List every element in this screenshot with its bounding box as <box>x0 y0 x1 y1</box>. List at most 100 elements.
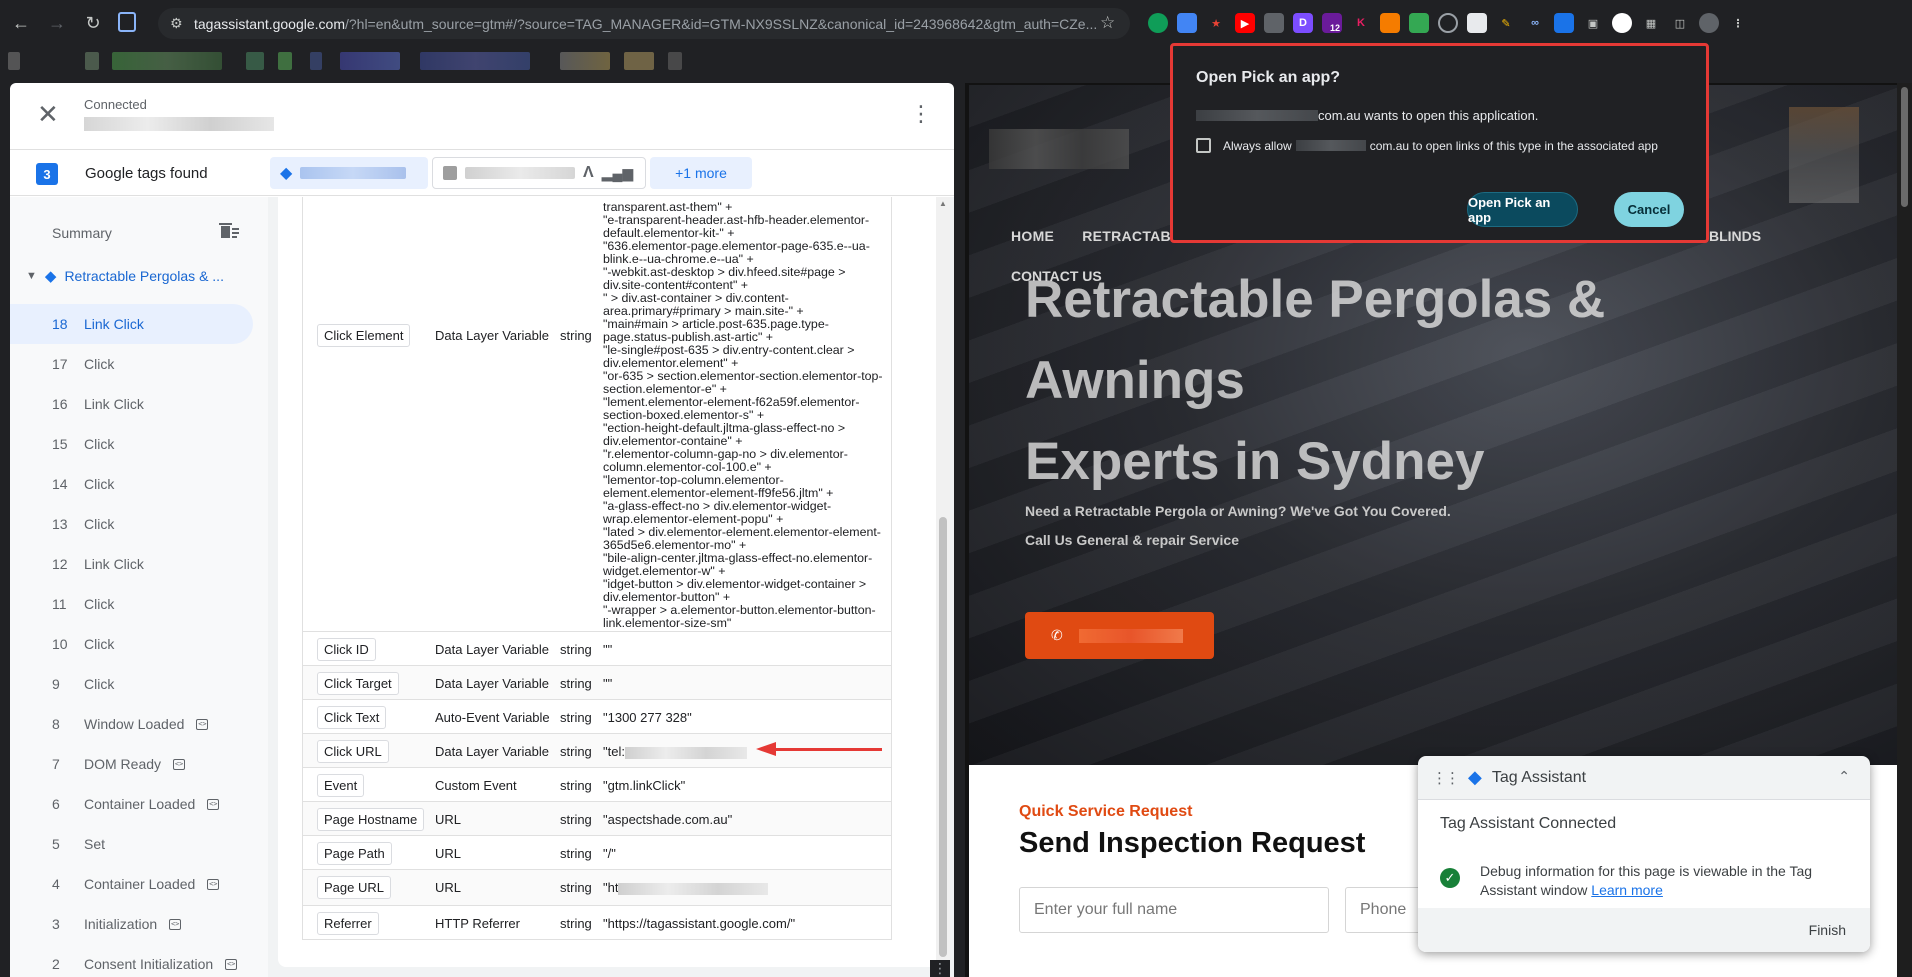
summary-label[interactable]: Summary <box>52 225 112 241</box>
variable-value: "" <box>603 676 613 691</box>
back-icon[interactable]: ← <box>6 8 36 38</box>
event-number: 11 <box>52 596 67 612</box>
extension-icon[interactable]: ★ <box>1206 13 1226 33</box>
page-item[interactable]: ▼ ◆ Retractable Pergolas & ... <box>26 261 224 291</box>
extension-icon[interactable] <box>1467 13 1487 33</box>
sidebar-event-item[interactable]: 13 Click <box>10 504 253 544</box>
sidebar-event-item[interactable]: 8 Window Loaded <> <box>10 704 253 744</box>
collapse-icon[interactable]: ⌃ <box>1838 768 1850 785</box>
tag-icon[interactable] <box>1554 13 1574 33</box>
sidebar-event-item[interactable]: 16 Link Click <box>10 384 253 424</box>
event-sidebar: Summary ▼ ◆ Retractable Pergolas & ... 1… <box>10 197 268 977</box>
reload-icon[interactable]: ↻ <box>78 8 108 38</box>
more-tags-chip[interactable]: +1 more <box>650 157 752 189</box>
event-label: Initialization <box>84 916 158 932</box>
cancel-button[interactable]: Cancel <box>1614 192 1684 227</box>
tag-chip-gtm[interactable]: ◆ <box>270 157 428 189</box>
variable-name: Click URL <box>317 740 389 763</box>
more-options-icon[interactable]: ⋮ <box>910 103 932 125</box>
variable-name: Page Hostname <box>317 808 425 831</box>
scrollbar[interactable] <box>1897 83 1912 977</box>
sidebar-event-item[interactable]: 5 Set <box>10 824 253 864</box>
variable-return-type: string <box>560 710 592 725</box>
event-label: Set <box>84 836 106 852</box>
toast-body: Tag Assistant Connected ✓ Debug informat… <box>1418 800 1870 952</box>
call-button[interactable]: ✆ <box>1025 612 1214 659</box>
close-icon[interactable]: ✕ <box>37 101 59 127</box>
variable-name: Event <box>317 774 365 797</box>
sidebar-icon[interactable]: ◫ <box>1670 13 1690 33</box>
scrollbar[interactable]: ▲ ▼ <box>936 197 950 977</box>
learn-more-link[interactable]: Learn more <box>1591 882 1663 898</box>
shield-icon[interactable] <box>1409 13 1429 33</box>
link-icon[interactable]: ∞ <box>1525 13 1545 33</box>
sidebar-event-item[interactable]: 14 Click <box>10 464 253 504</box>
youtube-icon[interactable]: ▶ <box>1235 13 1255 33</box>
tag-chip-google[interactable]: Λ ▂▄▆ <box>432 157 646 189</box>
toast-info: Debug information for this page is viewa… <box>1480 863 1813 898</box>
extension-icon[interactable]: ✎ <box>1496 13 1516 33</box>
sidebar-event-item[interactable]: 10 Click <box>10 624 253 664</box>
drag-handle-icon[interactable]: ⋮⋮ <box>1432 769 1460 787</box>
extension-icon[interactable] <box>1177 13 1197 33</box>
shield-icon[interactable] <box>1264 13 1284 33</box>
scroll-up-icon[interactable]: ▲ <box>939 199 947 208</box>
extensions-puzzle-icon[interactable]: ▦ <box>1641 13 1661 33</box>
connection-status: Connected <box>84 97 147 112</box>
extension-icon[interactable] <box>1612 13 1632 33</box>
ads-icon: Λ <box>583 164 594 181</box>
extension-icon[interactable]: K <box>1351 13 1371 33</box>
sidebar-event-item[interactable]: 11 Click <box>10 584 253 624</box>
variable-type: Data Layer Variable <box>435 642 549 657</box>
sidebar-event-item[interactable]: 6 Container Loaded <> <box>10 784 253 824</box>
variable-type: Custom Event <box>435 778 517 793</box>
sidebar-event-item[interactable]: 9 Click <box>10 664 253 704</box>
more-menu-icon[interactable]: ⋮ <box>1728 13 1748 33</box>
side-panel-icon[interactable] <box>118 12 136 32</box>
extension-icon[interactable]: 12 <box>1322 13 1343 33</box>
finish-button[interactable]: Finish <box>1809 922 1846 938</box>
profile-avatar-icon[interactable] <box>1699 13 1719 33</box>
site-info-icon[interactable]: ⚙ <box>170 15 183 32</box>
sidebar-event-item[interactable]: 12 Link Click <box>10 544 253 584</box>
event-label: Container Loaded <box>84 796 196 812</box>
nav-retractable[interactable]: RETRACTABL <box>1082 228 1180 244</box>
extension-icon[interactable]: ▣ <box>1583 13 1603 33</box>
toast-header: ⋮⋮ ◆ Tag Assistant ⌃ <box>1418 756 1870 800</box>
variable-type: HTTP Referrer <box>435 916 520 931</box>
nav-blinds[interactable]: BLINDS <box>1709 228 1761 244</box>
extension-icon[interactable] <box>1438 13 1458 33</box>
nav-home[interactable]: HOME <box>1011 228 1054 244</box>
forward-icon[interactable]: → <box>42 8 72 38</box>
scrollbar-thumb[interactable] <box>1901 87 1908 207</box>
variable-type: Auto-Event Variable <box>435 710 550 725</box>
table-row: Page URL URL string "ht <box>303 869 891 905</box>
site-logo[interactable] <box>989 129 1129 169</box>
value-redacted <box>618 882 769 895</box>
sidebar-event-item[interactable]: 2 Consent Initialization <> <box>10 944 253 977</box>
sidebar-event-item[interactable]: 18 Link Click <box>10 304 253 344</box>
clear-trash-icon[interactable] <box>218 221 240 241</box>
extension-icon[interactable]: D <box>1293 13 1313 33</box>
sidebar-event-item[interactable]: 17 Click <box>10 344 253 384</box>
extension-icon[interactable] <box>1148 13 1168 33</box>
open-app-button[interactable]: Open Pick an app <box>1467 192 1578 227</box>
sidebar-event-item[interactable]: 3 Initialization <> <box>10 904 253 944</box>
always-allow-checkbox[interactable] <box>1196 138 1211 153</box>
event-number: 7 <box>52 756 60 772</box>
sidebar-event-item[interactable]: 15 Click <box>10 424 253 464</box>
sidebar-event-item[interactable]: 4 Container Loaded <> <box>10 864 253 904</box>
address-bar[interactable]: ⚙ tagassistant.google.com/?hl=en&utm_sou… <box>158 8 1130 39</box>
full-name-input[interactable]: Enter your full name <box>1019 887 1329 933</box>
scrollbar-thumb[interactable] <box>939 517 947 957</box>
extension-icon[interactable] <box>1380 13 1400 33</box>
event-label: Click <box>84 516 115 532</box>
always-allow-row[interactable]: Always allow com.au to open links of thi… <box>1196 138 1658 153</box>
variable-return-type: string <box>560 744 592 759</box>
event-number: 18 <box>52 316 68 332</box>
more-icon[interactable]: ⋮ <box>930 960 950 977</box>
sidebar-event-item[interactable]: 7 DOM Ready <> <box>10 744 253 784</box>
bookmark-star-icon[interactable]: ☆ <box>1100 13 1115 33</box>
code-icon: <> <box>225 958 238 970</box>
tag-assistant-icon: ◆ <box>1468 767 1482 787</box>
